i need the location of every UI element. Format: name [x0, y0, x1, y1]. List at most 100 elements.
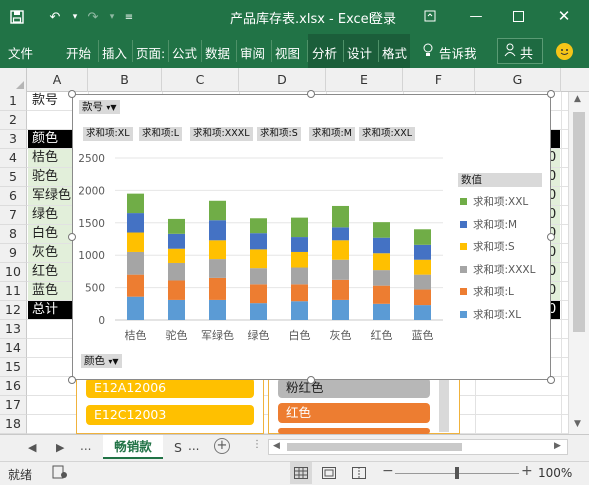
- redo-dropdown-icon[interactable]: ▾: [103, 8, 121, 26]
- tab-page-layout[interactable]: 页面:: [136, 43, 165, 62]
- bar-segment[interactable]: [291, 251, 308, 268]
- row-header[interactable]: 1: [0, 92, 27, 111]
- bar-segment[interactable]: [127, 232, 144, 252]
- row-header[interactable]: 18: [0, 415, 27, 434]
- prev-sheet-icon[interactable]: ◀: [28, 441, 36, 454]
- row-header[interactable]: 12: [0, 301, 27, 320]
- scrollbar-thumb[interactable]: [573, 112, 585, 332]
- redo-icon[interactable]: ↷: [84, 8, 102, 26]
- zoom-in-icon[interactable]: +: [521, 463, 533, 479]
- bar-segment[interactable]: [373, 237, 390, 254]
- horizontal-scrollbar[interactable]: ◀ ▶: [268, 439, 568, 455]
- column-header-g[interactable]: G: [475, 68, 561, 92]
- resize-handle[interactable]: [307, 376, 315, 384]
- share-button[interactable]: 共: [497, 38, 543, 64]
- tab-file[interactable]: 文件: [8, 43, 33, 62]
- pivot-chart[interactable]: 款号 ▾▼ 求和项:XL 求和项:L 求和项:XXXL 求和项:S 求和项:M 求和项:X…: [72, 94, 551, 380]
- cell-a[interactable]: 绿色: [28, 206, 72, 224]
- row-header[interactable]: 3: [0, 130, 27, 149]
- bar-segment[interactable]: [209, 299, 226, 320]
- vertical-scrollbar[interactable]: ▲ ▼: [568, 92, 589, 434]
- tab-design[interactable]: 设计: [347, 43, 372, 62]
- column-header-e[interactable]: E: [326, 68, 403, 92]
- bar-segment[interactable]: [168, 218, 185, 234]
- row-header[interactable]: 17: [0, 396, 27, 415]
- bar-segment[interactable]: [291, 237, 308, 252]
- row-header[interactable]: 5: [0, 168, 27, 187]
- legend-entry[interactable]: 求和项:XXL: [460, 194, 528, 208]
- legend-entry[interactable]: 求和项:L: [460, 284, 514, 298]
- bar-segment[interactable]: [291, 267, 308, 285]
- next-sheet-icon[interactable]: ▶: [56, 441, 64, 454]
- cell-a[interactable]: 灰色: [28, 244, 72, 262]
- resize-handle[interactable]: [547, 90, 555, 98]
- bar-segment[interactable]: [127, 193, 144, 214]
- legend-entry[interactable]: 求和项:S: [460, 239, 515, 253]
- row-header[interactable]: 11: [0, 282, 27, 301]
- cell-a[interactable]: 蓝色: [28, 282, 72, 300]
- resize-handle[interactable]: [68, 233, 76, 241]
- bar-segment[interactable]: [373, 285, 390, 304]
- tab-insert[interactable]: 插入: [102, 43, 127, 62]
- bar-segment[interactable]: [209, 240, 226, 260]
- customize-toolbar-icon[interactable]: ≡: [120, 8, 138, 26]
- bar-segment[interactable]: [414, 289, 431, 306]
- scroll-up-icon[interactable]: ▲: [574, 94, 581, 104]
- bar-segment[interactable]: [127, 274, 144, 297]
- bar-segment[interactable]: [250, 284, 267, 304]
- bar-segment[interactable]: [127, 213, 144, 233]
- legend-field-button[interactable]: 数值: [458, 173, 542, 187]
- bar-segment[interactable]: [373, 303, 390, 320]
- bar-segment[interactable]: [250, 249, 267, 269]
- row-header[interactable]: 4: [0, 149, 27, 168]
- bar-segment[interactable]: [373, 253, 390, 271]
- row-header[interactable]: 16: [0, 377, 27, 396]
- tab-view[interactable]: 视图: [275, 43, 300, 62]
- bar-segment[interactable]: [332, 205, 349, 228]
- slicer-item[interactable]: 粉红色: [278, 378, 430, 398]
- bar-segment[interactable]: [168, 262, 185, 281]
- cell-a[interactable]: 款号: [28, 92, 72, 110]
- bar-segment[interactable]: [332, 259, 349, 280]
- row-header[interactable]: 2: [0, 111, 27, 130]
- select-all-corner[interactable]: [0, 68, 27, 92]
- sheet-tab[interactable]: S: [174, 440, 182, 455]
- bar-segment[interactable]: [168, 233, 185, 249]
- bar-segment[interactable]: [414, 244, 431, 260]
- minimize-icon[interactable]: —: [460, 4, 492, 28]
- column-header-d[interactable]: D: [239, 68, 326, 92]
- tell-me-search[interactable]: 告诉我: [439, 43, 477, 62]
- bar-segment[interactable]: [414, 259, 431, 275]
- bar-segment[interactable]: [291, 284, 308, 302]
- undo-dropdown-icon[interactable]: ▾: [66, 8, 84, 26]
- scroll-down-icon[interactable]: ▼: [574, 419, 581, 429]
- slicer-scrollbar[interactable]: [439, 376, 449, 432]
- bar-segment[interactable]: [250, 303, 267, 320]
- ribbon-display-icon[interactable]: [414, 4, 446, 28]
- more-sheets-right[interactable]: ...: [188, 439, 199, 453]
- row-header[interactable]: 6: [0, 187, 27, 206]
- bar-segment[interactable]: [414, 229, 431, 245]
- column-header-c[interactable]: C: [162, 68, 239, 92]
- cell-a[interactable]: 桔色: [28, 149, 72, 167]
- resize-handle[interactable]: [547, 376, 555, 384]
- cell-a[interactable]: 白色: [28, 225, 72, 243]
- bar-segment[interactable]: [291, 217, 308, 238]
- bar-segment[interactable]: [414, 274, 431, 290]
- row-header[interactable]: 14: [0, 339, 27, 358]
- add-sheet-icon[interactable]: +: [214, 438, 230, 454]
- tab-analyze[interactable]: 分析: [312, 43, 337, 62]
- zoom-slider-thumb[interactable]: [455, 467, 459, 479]
- close-icon[interactable]: ✕: [548, 4, 580, 28]
- column-header-f[interactable]: F: [403, 68, 475, 92]
- legend-entry[interactable]: 求和项:XL: [460, 307, 521, 321]
- macro-record-icon[interactable]: [52, 465, 68, 482]
- bar-segment[interactable]: [168, 248, 185, 263]
- row-header[interactable]: 9: [0, 244, 27, 263]
- column-header-a[interactable]: A: [27, 68, 88, 92]
- bar-segment[interactable]: [127, 251, 144, 275]
- row-header[interactable]: 8: [0, 225, 27, 244]
- cell-a[interactable]: 总计: [28, 301, 72, 319]
- bar-segment[interactable]: [332, 227, 349, 241]
- more-sheets-left[interactable]: ...: [80, 439, 91, 453]
